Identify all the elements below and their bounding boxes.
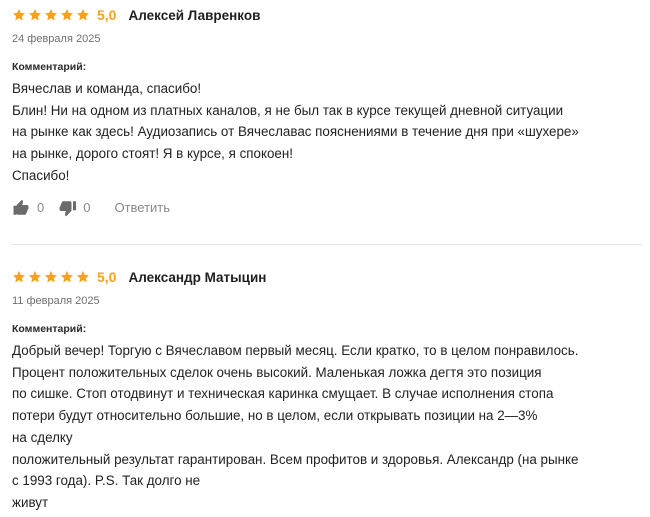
star-rating	[12, 270, 90, 284]
review-text-line: с 1993 года). P.S. Так долго не	[12, 473, 201, 489]
rating-value: 5,0	[97, 269, 117, 285]
review-text-line: Спасибо!	[12, 167, 70, 183]
review-text-line: Блин! Ни на одном из платных каналов, я …	[12, 102, 564, 118]
review-text-line: Вячеслав и команда, спасибо!	[12, 81, 202, 96]
review-header: 5,0 Александр Матыцин	[12, 262, 642, 292]
thumbs-up-icon	[13, 199, 29, 215]
review-text-line: Процент положительных сделок очень высок…	[12, 364, 542, 380]
review-date: 11 февраля 2025	[12, 295, 100, 307]
like-count: 0	[37, 200, 45, 216]
star-icon	[60, 9, 74, 21]
star-icon	[76, 271, 90, 283]
star-icon	[76, 9, 90, 21]
review-card: 5,0 Алексей Лавренков 24 февраля 2025 Ко…	[12, 0, 642, 217]
comment-label: Комментарий:	[12, 323, 87, 335]
dislike-count: 0	[83, 200, 91, 216]
review-text-line: по сишке. Стоп отодвинут и техническая к…	[12, 386, 554, 402]
review-text-line: на рынке, дорого стоят! Я в курсе, я спо…	[12, 146, 293, 162]
star-icon	[44, 9, 58, 21]
star-icon	[60, 271, 74, 283]
review-text-line: на сделку	[12, 429, 73, 445]
review-text-line: положительный результат гарантирован. Вс…	[12, 451, 579, 467]
review-header: 5,0 Алексей Лавренков	[12, 0, 642, 30]
star-icon	[12, 9, 26, 21]
star-rating	[12, 8, 90, 22]
review-text-line: на рынке как здесь! Аудиозапись от Вячес…	[12, 124, 579, 140]
review-text-line: живут	[12, 494, 49, 510]
comment-label: Комментарий:	[12, 61, 87, 73]
review-card: 5,0 Александр Матыцин 11 февраля 2025 Ко…	[12, 262, 642, 514]
reply-button[interactable]: Ответить	[114, 200, 170, 215]
review-date: 24 февраля 2025	[12, 33, 101, 45]
star-icon	[28, 9, 42, 21]
thumbs-down-icon	[59, 200, 77, 216]
like-button[interactable]: 0	[12, 199, 44, 217]
author-name: Александр Матыцин	[128, 269, 267, 285]
rating-value: 5,0	[97, 7, 117, 23]
divider	[12, 244, 642, 245]
dislike-button[interactable]: 0	[58, 199, 90, 217]
review-text: Вячеслав и команда, спасибо! Блин! Ни на…	[12, 78, 642, 187]
star-icon	[44, 271, 58, 283]
review-text: Добрый вечер! Торгую с Вячеславом первый…	[12, 340, 642, 514]
review-text-line: Добрый вечер! Торгую с Вячеславом первый…	[12, 343, 579, 358]
star-icon	[28, 271, 42, 283]
star-icon	[12, 271, 26, 283]
review-actions: 0 0 Ответить	[12, 199, 642, 217]
author-name: Алексей Лавренков	[128, 7, 261, 23]
review-text-line: потери будут относительно большие, но в …	[12, 408, 538, 424]
